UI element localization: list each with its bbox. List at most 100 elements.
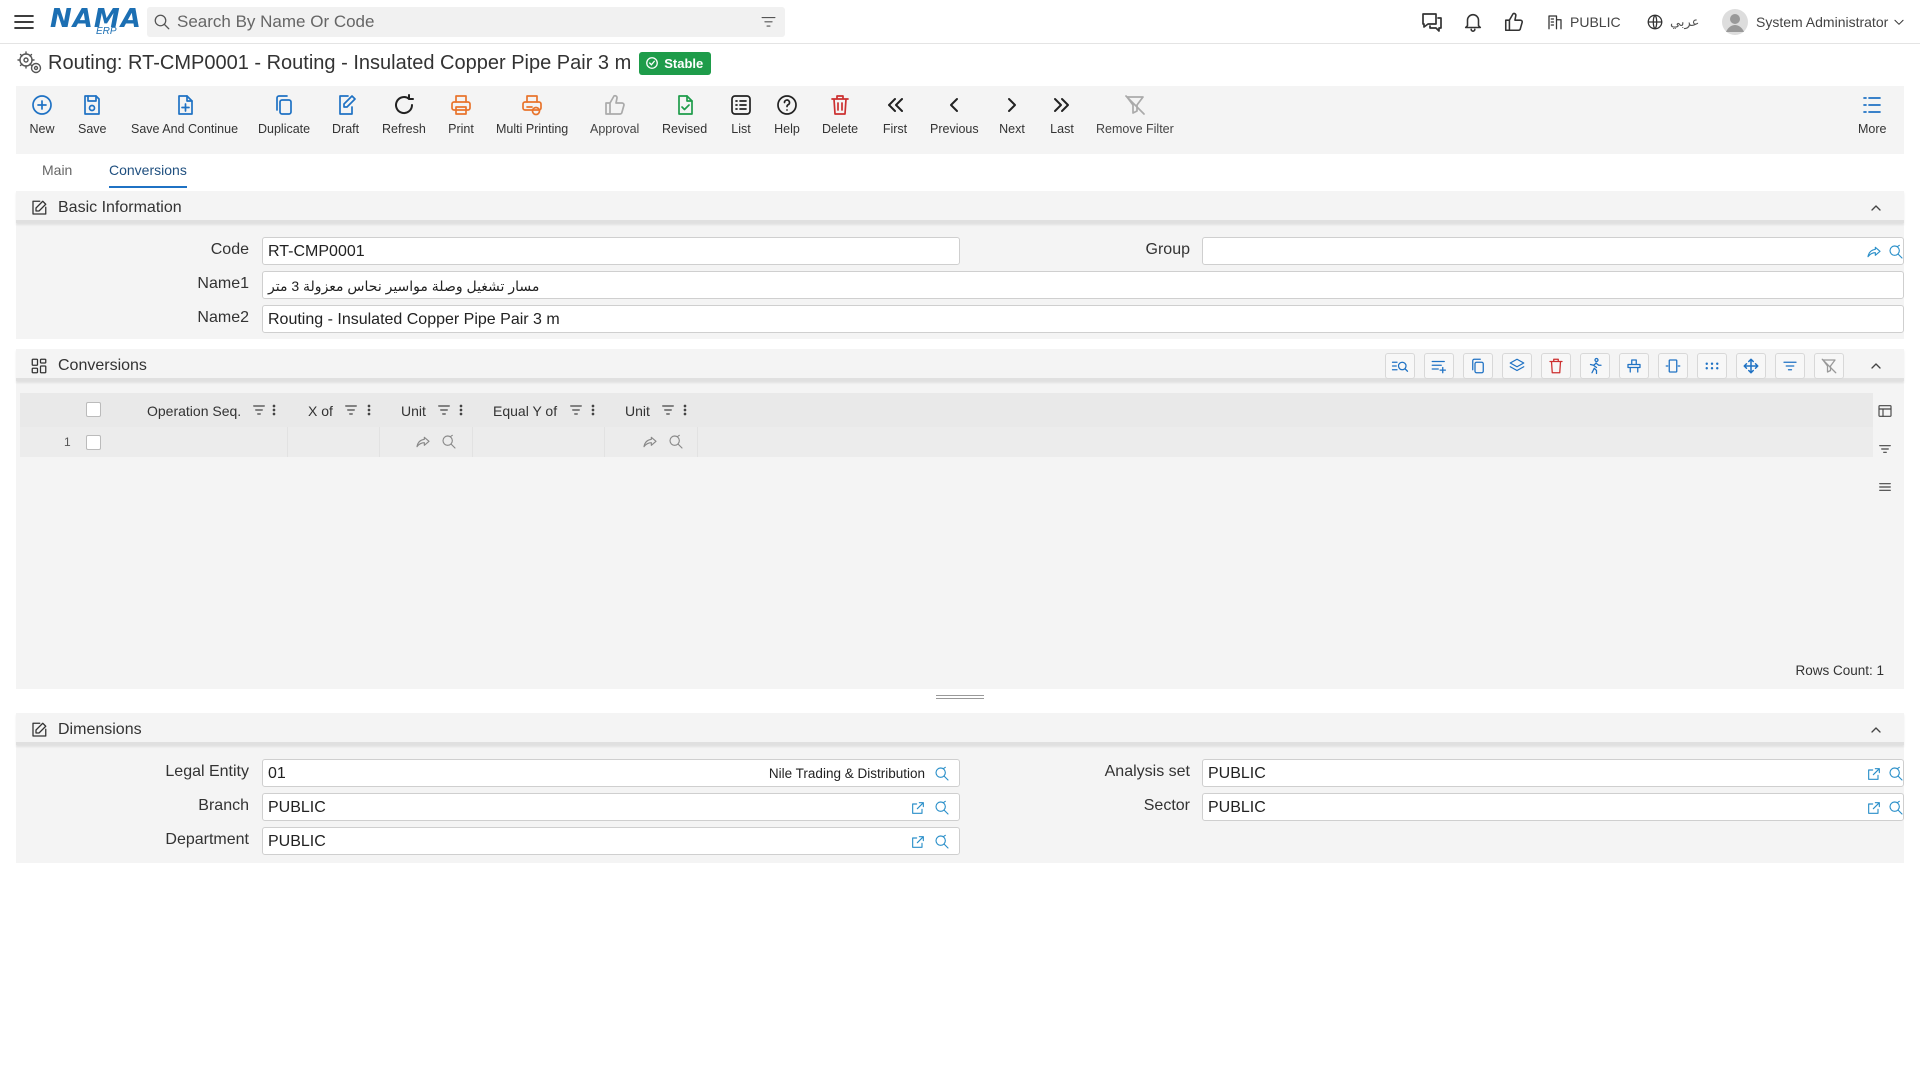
- tab-main[interactable]: Main: [42, 162, 72, 186]
- unit-2-cell[interactable]: [605, 427, 698, 457]
- bell-icon[interactable]: [1462, 0, 1484, 44]
- clear-filter-icon[interactable]: [1814, 353, 1844, 379]
- select-all-checkbox[interactable]: [86, 402, 101, 417]
- multi-printing-button[interactable]: Multi Printing: [496, 92, 568, 136]
- operation-seq-cell[interactable]: [128, 427, 288, 457]
- col-equal-y-of[interactable]: Equal Y of: [493, 403, 557, 419]
- dimensions-header[interactable]: Dimensions: [16, 713, 1904, 745]
- col-unit[interactable]: Unit: [401, 403, 426, 419]
- side-filter-icon[interactable]: [1877, 441, 1893, 457]
- chevron-up-icon[interactable]: [1868, 722, 1884, 738]
- lookup-search-icon[interactable]: [934, 766, 950, 782]
- remove-filter-button[interactable]: Remove Filter: [1096, 92, 1174, 136]
- next-button[interactable]: Next: [999, 92, 1025, 136]
- lookup-search-icon[interactable]: [441, 434, 457, 450]
- chevron-up-icon[interactable]: [1868, 200, 1884, 216]
- previous-button[interactable]: Previous: [930, 92, 979, 136]
- legal-entity-field[interactable]: 01 Nile Trading & Distribution: [262, 759, 960, 787]
- equal-y-of-cell[interactable]: [473, 427, 605, 457]
- save-and-continue-button[interactable]: Save And Continue: [131, 92, 238, 136]
- like-icon[interactable]: [1503, 0, 1525, 44]
- grid-search-icon[interactable]: [1385, 353, 1415, 379]
- table-row[interactable]: 1: [20, 427, 1877, 457]
- analysis-set-field[interactable]: PUBLIC: [1202, 759, 1904, 787]
- filter-icon[interactable]: [760, 14, 777, 31]
- col-x-of[interactable]: X of: [308, 403, 333, 419]
- col-unit-2[interactable]: Unit: [625, 403, 650, 419]
- user-menu[interactable]: System Administrator: [1722, 0, 1906, 44]
- list-button[interactable]: List: [728, 92, 754, 136]
- column-filter-icon[interactable]: [436, 402, 452, 418]
- language-selector[interactable]: عربي: [1646, 0, 1699, 44]
- share-icon[interactable]: [1866, 244, 1882, 260]
- save-button[interactable]: Save: [78, 92, 107, 136]
- basic-information-header[interactable]: Basic Information: [16, 191, 1904, 223]
- tab-conversions[interactable]: Conversions: [109, 162, 187, 188]
- delete-rows-icon[interactable]: [1541, 353, 1571, 379]
- sector-field[interactable]: PUBLIC: [1202, 793, 1904, 821]
- lookup-search-icon[interactable]: [1888, 800, 1904, 816]
- column-menu-icon[interactable]: [366, 402, 372, 418]
- columns-icon[interactable]: [1877, 403, 1893, 419]
- print-button[interactable]: Print: [448, 92, 474, 136]
- side-menu-icon[interactable]: [1877, 479, 1893, 495]
- help-button[interactable]: Help: [774, 92, 800, 136]
- lookup-search-icon[interactable]: [934, 834, 950, 850]
- open-external-icon[interactable]: [910, 834, 926, 850]
- last-button[interactable]: Last: [1049, 92, 1075, 136]
- more-button[interactable]: More: [1858, 92, 1886, 136]
- revised-button[interactable]: Revised: [662, 92, 707, 136]
- col-operation-seq[interactable]: Operation Seq.: [147, 403, 241, 419]
- menu-icon[interactable]: [12, 10, 36, 34]
- dots-grid-icon[interactable]: [1697, 353, 1727, 379]
- name1-field[interactable]: مسار تشغيل وصلة مواسير نحاس معزولة 3 متر: [262, 271, 1904, 299]
- share-icon[interactable]: [642, 434, 658, 450]
- column-menu-icon[interactable]: [682, 402, 688, 418]
- open-external-icon[interactable]: [1866, 766, 1882, 782]
- column-menu-icon[interactable]: [458, 402, 464, 418]
- duplicate-button[interactable]: Duplicate: [258, 92, 310, 136]
- column-menu-icon[interactable]: [590, 402, 596, 418]
- branch-field[interactable]: PUBLIC: [262, 793, 960, 821]
- chevron-up-icon[interactable]: [1868, 358, 1884, 374]
- column-filter-icon[interactable]: [660, 402, 676, 418]
- delete-button[interactable]: Delete: [822, 92, 858, 136]
- first-button[interactable]: First: [882, 92, 908, 136]
- new-button[interactable]: New: [29, 92, 55, 136]
- name2-field[interactable]: Routing - Insulated Copper Pipe Pair 3 m: [262, 305, 1904, 333]
- code-field[interactable]: RT-CMP0001: [262, 237, 960, 265]
- revised-label: Revised: [662, 122, 708, 136]
- column-filter-icon[interactable]: [343, 402, 359, 418]
- column-filter-icon[interactable]: [251, 402, 267, 418]
- fit-width-icon[interactable]: [1658, 353, 1688, 379]
- lookup-search-icon[interactable]: [1888, 766, 1904, 782]
- copy-rows-icon[interactable]: [1463, 353, 1493, 379]
- move-icon[interactable]: [1736, 353, 1766, 379]
- add-rows-icon[interactable]: [1424, 353, 1454, 379]
- open-external-icon[interactable]: [910, 800, 926, 816]
- x-of-cell[interactable]: [288, 427, 380, 457]
- lookup-search-icon[interactable]: [668, 434, 684, 450]
- lookup-search-icon[interactable]: [934, 800, 950, 816]
- unit-cell[interactable]: [380, 427, 473, 457]
- nama-logo[interactable]: NAMA ERP: [50, 4, 141, 38]
- company-selector[interactable]: PUBLIC: [1546, 0, 1621, 44]
- refresh-button[interactable]: Refresh: [382, 92, 426, 136]
- lookup-search-icon[interactable]: [1888, 244, 1904, 260]
- draft-button[interactable]: Draft: [332, 92, 359, 136]
- resize-handle[interactable]: [936, 694, 984, 700]
- column-menu-icon[interactable]: [271, 402, 277, 418]
- filter-lines-icon[interactable]: [1775, 353, 1805, 379]
- department-field[interactable]: PUBLIC: [262, 827, 960, 855]
- layers-icon[interactable]: [1502, 353, 1532, 379]
- share-icon[interactable]: [415, 434, 431, 450]
- group-field[interactable]: [1202, 237, 1904, 265]
- column-filter-icon[interactable]: [568, 402, 584, 418]
- row-checkbox[interactable]: [86, 435, 101, 450]
- approval-button[interactable]: Approval: [590, 92, 639, 136]
- run-icon[interactable]: [1580, 353, 1610, 379]
- table-layout-icon[interactable]: [1619, 353, 1649, 379]
- chat-icon[interactable]: [1420, 0, 1444, 44]
- open-external-icon[interactable]: [1866, 800, 1882, 816]
- search-input[interactable]: [177, 7, 737, 37]
